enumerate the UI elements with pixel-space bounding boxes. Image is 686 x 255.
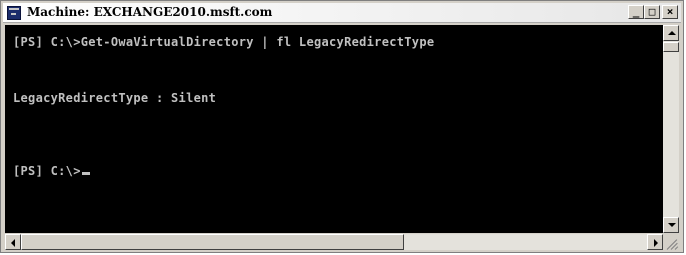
arrow-up-icon	[668, 31, 676, 35]
arrow-right-icon	[654, 239, 658, 247]
maximize-button[interactable]: □	[644, 5, 660, 19]
close-button[interactable]: ×	[662, 5, 678, 19]
console-output[interactable]: [PS] C:\>Get-OwaVirtualDirectory | fl Le…	[5, 25, 663, 233]
close-icon: ×	[666, 5, 674, 18]
horizontal-scroll-thumb[interactable]	[21, 234, 404, 250]
vertical-scrollbar[interactable]	[663, 25, 679, 233]
text-cursor	[81, 172, 90, 175]
minimize-button[interactable]: _	[628, 5, 644, 19]
minimize-icon: _	[632, 5, 640, 18]
vertical-scroll-thumb[interactable]	[663, 42, 679, 52]
arrow-down-icon	[668, 223, 676, 227]
scroll-up-button[interactable]	[663, 25, 679, 41]
command-line: [PS] C:\>Get-OwaVirtualDirectory | fl Le…	[13, 35, 435, 49]
output-line: LegacyRedirectType : Silent	[13, 91, 217, 105]
arrow-left-icon	[11, 239, 15, 247]
window-title: Machine: EXCHANGE2010.msft.com	[27, 5, 273, 19]
scroll-down-button[interactable]	[663, 217, 679, 233]
horizontal-scrollbar[interactable]	[5, 234, 663, 250]
title-bar[interactable]: Machine: EXCHANGE2010.msft.com _ □ ×	[3, 3, 681, 23]
scroll-right-button[interactable]	[647, 234, 663, 250]
maximize-icon: □	[648, 5, 656, 18]
prompt-line[interactable]: [PS] C:\>	[13, 164, 90, 178]
powershell-console-icon[interactable]	[7, 6, 21, 20]
resize-grip-icon[interactable]	[663, 234, 679, 250]
prompt-text: [PS] C:\>	[13, 164, 81, 178]
scroll-left-button[interactable]	[5, 234, 21, 250]
console-window: Machine: EXCHANGE2010.msft.com _ □ × [PS…	[0, 0, 684, 253]
